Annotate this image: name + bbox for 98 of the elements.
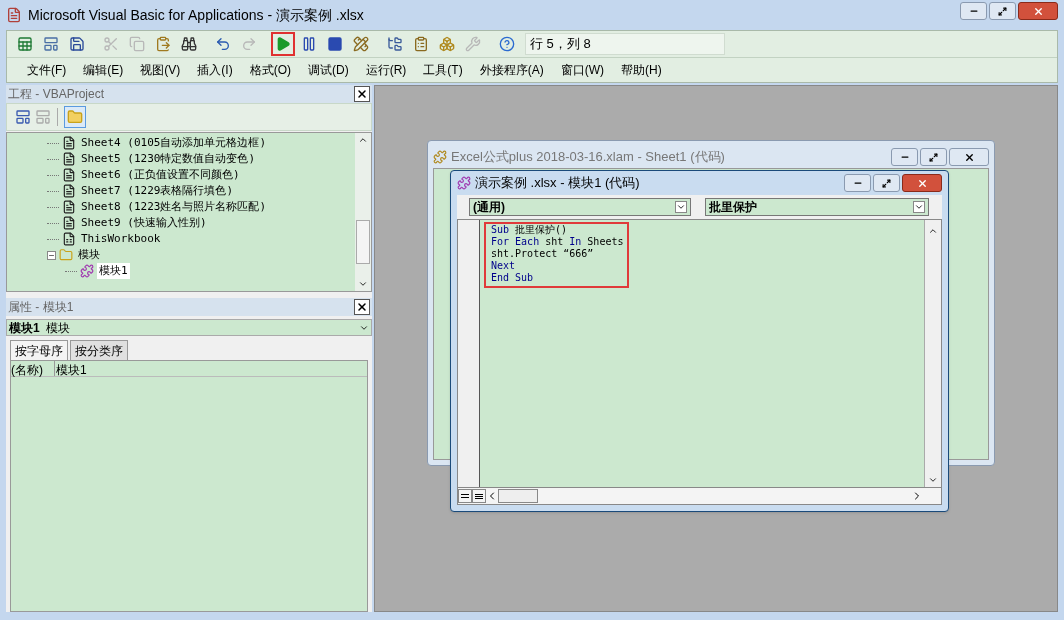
module-icon — [433, 150, 447, 164]
collapse-icon[interactable] — [47, 250, 56, 260]
menu-item[interactable]: 帮助(H) — [621, 61, 662, 79]
menu-item[interactable]: 外接程序(A) — [479, 61, 544, 79]
menu-item[interactable]: 视图(V) — [140, 61, 181, 79]
window-title: Microsoft Visual Basic for Applications - 演示案例 .xlsx — [28, 5, 364, 25]
menu-item[interactable]: 插入(I) — [197, 61, 233, 79]
code-line: End Sub — [491, 272, 535, 284]
pause-icon — [301, 36, 317, 52]
tab[interactable]: 按字母序 — [10, 340, 68, 360]
close-button[interactable] — [902, 174, 942, 192]
scroll-down-icon[interactable] — [358, 279, 368, 289]
close-button[interactable] — [354, 86, 370, 102]
save-icon — [69, 36, 85, 52]
scrollbar[interactable] — [924, 220, 941, 487]
panel-title: 工程 - VBAProject — [8, 86, 105, 103]
cut-icon — [103, 36, 119, 52]
scrollbar[interactable] — [355, 133, 371, 291]
menu-item[interactable]: 工具(T) — [423, 61, 463, 79]
close-button[interactable] — [354, 299, 370, 315]
folder-icon — [59, 248, 73, 262]
close-icon — [356, 301, 368, 313]
run-button[interactable] — [271, 32, 295, 56]
scroll-down-icon[interactable] — [928, 475, 938, 485]
ruler-pencil-icon — [353, 36, 369, 52]
module-icon — [80, 264, 94, 278]
close-icon — [1032, 5, 1044, 17]
tree-item[interactable]: 模块1 — [97, 262, 130, 280]
tree-item[interactable]: 模块 — [76, 246, 102, 264]
tree-item[interactable]: Sheet8 (1223姓名与照片名称匹配) — [79, 198, 269, 216]
scroll-up-icon[interactable] — [928, 226, 938, 236]
sheet-icon — [62, 184, 76, 198]
menu-item[interactable]: 格式(O) — [249, 61, 291, 79]
code-line: sht.Protect “666” — [491, 248, 595, 260]
close-icon — [963, 151, 975, 163]
tree-item[interactable]: Sheet6 (正负值设置不同颜色) — [79, 166, 242, 184]
procedure-view-icon[interactable] — [458, 489, 472, 503]
minimize-button[interactable] — [891, 148, 918, 166]
menu-item[interactable]: 调试(D) — [308, 61, 349, 79]
maximize-button[interactable] — [873, 174, 900, 192]
tree-item[interactable]: Sheet9 (快速输入性别) — [79, 214, 209, 232]
restore-icon — [998, 6, 1007, 16]
object-type: 模块 — [45, 319, 70, 337]
property-name[interactable]: (名称) — [11, 361, 55, 376]
minimize-button[interactable] — [960, 2, 987, 20]
window-title: 演示案例 .xlsx - 模块1 (代码) — [475, 174, 640, 193]
object-dropdown[interactable]: (通用) — [469, 198, 691, 216]
tree-item[interactable]: Sheet4 (0105自动添加单元格边框) — [79, 134, 269, 152]
menu-item[interactable]: 窗口(W) — [560, 61, 604, 79]
object-dropdown[interactable]: 模块1 模块 — [6, 319, 372, 336]
maximize-button[interactable] — [989, 2, 1016, 20]
module-icon — [457, 176, 471, 190]
undo-icon — [215, 36, 231, 52]
app-icon — [6, 7, 22, 23]
sheet-icon — [62, 152, 76, 166]
tree-item[interactable]: ThisWorkbook — [79, 230, 163, 248]
tree-item[interactable]: Sheet5 (1230特定数值自动变色) — [79, 150, 258, 168]
stop-icon — [327, 36, 343, 52]
procedure-dropdown[interactable]: 批里保护 — [705, 198, 929, 216]
close-button[interactable] — [949, 148, 989, 166]
code-line: Next — [491, 260, 517, 272]
restore-icon — [882, 178, 891, 188]
sheet-icon — [62, 200, 76, 214]
close-icon — [356, 88, 368, 100]
menu-item[interactable]: 编辑(E) — [83, 61, 124, 79]
menu-item[interactable]: 文件(F) — [27, 61, 67, 79]
window-title: Excel公式plus 2018-03-16.xlam - Sheet1 (代码) — [451, 148, 725, 167]
code-line: Sub 批里保护() — [491, 224, 569, 236]
copy-icon — [129, 36, 145, 52]
wrench-icon — [465, 36, 481, 52]
help-icon — [499, 36, 515, 52]
toggle-folders-button[interactable] — [64, 106, 86, 128]
play-icon — [275, 36, 291, 52]
minimize-button[interactable] — [844, 174, 871, 192]
boxes-icon — [439, 36, 455, 52]
tree-item[interactable]: Sheet7 (1229表格隔行填色) — [79, 182, 236, 200]
tree-icon — [387, 36, 403, 52]
restore-icon — [929, 152, 938, 162]
close-icon — [916, 177, 928, 189]
tab[interactable]: 按分类序 — [70, 340, 128, 360]
maximize-button[interactable] — [920, 148, 947, 166]
clipboard-icon — [413, 36, 429, 52]
sheet-icon — [62, 216, 76, 230]
scroll-up-icon[interactable] — [358, 135, 368, 145]
binoculars-icon — [181, 36, 197, 52]
workbook-icon — [62, 232, 76, 246]
code-line: For Each sht In Sheets — [491, 236, 624, 248]
property-value[interactable]: 模块1 — [55, 361, 87, 376]
redo-icon — [241, 36, 257, 52]
cursor-position: 行 5，列 8 — [525, 33, 725, 55]
panel-title: 属性 - 模块1 — [8, 299, 74, 316]
object-name: 模块1 — [9, 319, 40, 337]
close-button[interactable] — [1018, 2, 1058, 20]
spreadsheet-icon — [17, 36, 33, 52]
sheet-icon — [62, 168, 76, 182]
sheet-icon — [62, 136, 76, 150]
paste-icon — [155, 36, 171, 52]
menu-item[interactable]: 运行(R) — [365, 61, 407, 79]
